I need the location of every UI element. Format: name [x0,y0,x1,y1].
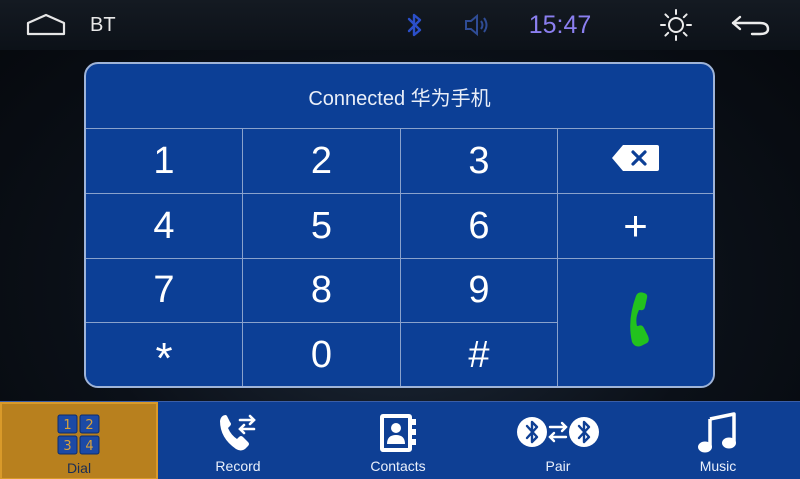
tab-label: Contacts [370,458,426,474]
music-icon [696,410,740,456]
tab-label: Record [215,458,261,474]
key-6[interactable]: 6 [401,194,558,259]
dialpad-icon: 12 34 [57,412,101,458]
svg-text:3: 3 [63,439,71,454]
volume-icon[interactable] [460,0,496,50]
key-star[interactable]: * [86,323,243,386]
tab-music[interactable]: Music [638,402,798,479]
tab-label: Pair [545,458,571,474]
key-plus[interactable]: + [558,194,713,259]
svg-text:4: 4 [85,439,93,454]
status-bar: BT 15:47 [0,0,800,50]
call-button[interactable] [558,259,713,386]
svg-text:2: 2 [85,418,93,433]
contacts-icon [376,410,420,456]
key-2[interactable]: 2 [243,129,401,194]
dialer-panel: Connected 华为手机 1 2 3 4 5 6 + 7 8 9 * 0 # [84,62,715,388]
key-9[interactable]: 9 [401,259,558,323]
connection-status: Connected 华为手机 [86,64,713,129]
key-hash[interactable]: # [401,323,558,386]
key-3[interactable]: 3 [401,129,558,194]
key-0[interactable]: 0 [243,323,401,386]
clock: 15:47 [528,10,592,39]
bottom-nav: 12 34 Dial Record Contacts Pair Music [0,401,800,479]
keypad: 1 2 3 4 5 6 + 7 8 9 * 0 # [86,129,713,386]
home-icon[interactable] [22,0,70,50]
key-1[interactable]: 1 [86,129,243,194]
call-record-icon [216,410,260,456]
backspace-button[interactable] [558,129,713,194]
key-4[interactable]: 4 [86,194,243,259]
back-icon[interactable] [726,0,776,50]
app-label: BT [90,13,116,36]
key-5[interactable]: 5 [243,194,401,259]
bluetooth-icon [400,0,430,50]
tab-record[interactable]: Record [158,402,318,479]
tab-label: Dial [66,460,92,476]
tab-pair[interactable]: Pair [478,402,638,479]
tab-label: Music [699,458,737,474]
tab-contacts[interactable]: Contacts [318,402,478,479]
svg-text:1: 1 [63,418,71,433]
tab-dial[interactable]: 12 34 Dial [0,402,158,479]
backspace-icon [611,140,661,183]
call-icon [614,290,658,358]
brightness-icon[interactable] [655,0,697,50]
pair-icon [516,410,600,456]
key-7[interactable]: 7 [86,259,243,323]
key-8[interactable]: 8 [243,259,401,323]
